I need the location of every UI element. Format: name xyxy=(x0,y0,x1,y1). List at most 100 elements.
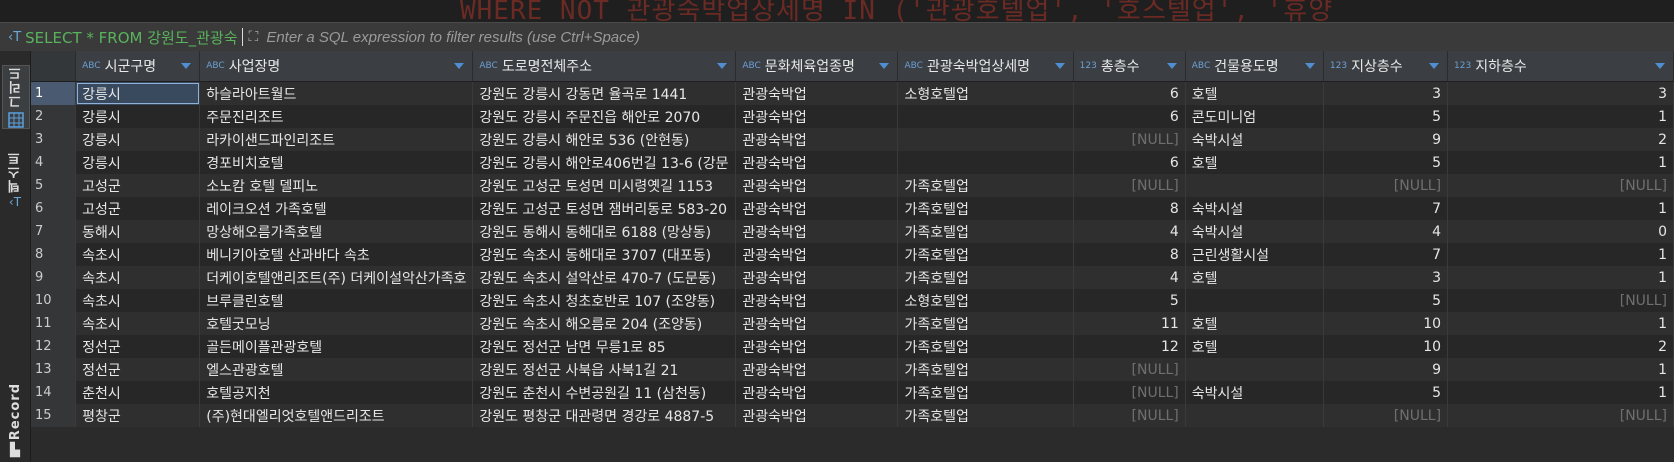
table-cell[interactable]: 3 xyxy=(1323,266,1449,289)
table-cell[interactable] xyxy=(1185,404,1324,427)
table-cell[interactable]: 6 xyxy=(1073,151,1186,174)
table-cell[interactable]: 강원도 고성군 토성면 미시령옛길 1153 xyxy=(472,174,737,197)
sort-icon[interactable] xyxy=(1054,63,1065,69)
table-cell[interactable]: [NULL] xyxy=(1073,128,1186,151)
table-cell[interactable]: 1 xyxy=(1447,105,1674,128)
table-cell[interactable]: 가족호텔업 xyxy=(897,266,1074,289)
table-cell[interactable]: 더케이호텔앤리조트(주) 더케이설악산가족호 xyxy=(199,266,474,289)
table-cell[interactable]: 관광숙박업 xyxy=(735,312,899,335)
table-cell[interactable]: 관광숙박업 xyxy=(735,174,899,197)
row-number[interactable]: 7 xyxy=(31,220,77,243)
table-cell[interactable]: 소노캄 호텔 델피노 xyxy=(199,174,474,197)
table-cell[interactable]: [NULL] xyxy=(1447,174,1674,197)
table-cell[interactable]: 1 xyxy=(1447,243,1674,266)
table-row[interactable]: 6 고성군 레이크오션 가족호텔 강원도 고성군 토성면 잼버리동로 583-20 관광… xyxy=(31,197,1674,220)
table-cell[interactable]: 레이크오션 가족호텔 xyxy=(199,197,474,220)
table-cell[interactable]: 1 xyxy=(1447,358,1674,381)
table-row[interactable]: 11 속초시 호텔굿모닝 강원도 속초시 해오름로 204 (조양동) 관광숙박업 가족호… xyxy=(31,312,1674,335)
table-row[interactable]: 1 강릉시 하슬라아트월드 강원도 강릉시 강동면 율곡로 1441 관광숙박업 소형호텔… xyxy=(31,81,1674,105)
table-cell[interactable]: 속초시 xyxy=(75,312,201,335)
column-header[interactable]: ABC 도로명전체주소 xyxy=(472,51,737,82)
table-cell[interactable]: [NULL] xyxy=(1073,381,1186,404)
table-cell[interactable]: 가족호텔업 xyxy=(897,197,1074,220)
row-number[interactable]: 8 xyxy=(31,243,77,266)
table-cell[interactable]: (주)현대엘리엇호텔앤드리조트 xyxy=(199,404,474,427)
table-row[interactable]: 2 강릉시 주문진리조트 강원도 강릉시 주문진읍 해안로 2070 관광숙박업 6 콘도미… xyxy=(31,105,1674,128)
table-cell[interactable]: 강원도 강릉시 해안로406번길 13-6 (강문 xyxy=(472,151,737,174)
table-cell[interactable] xyxy=(1185,358,1324,381)
table-row[interactable]: 8 속초시 베니키아호텔 산과바다 속초 강원도 속초시 동해대로 3707 (대포동… xyxy=(31,243,1674,266)
table-cell[interactable]: 숙박시설 xyxy=(1185,381,1324,404)
table-cell[interactable]: 베니키아호텔 산과바다 속초 xyxy=(199,243,474,266)
table-cell[interactable]: 주문진리조트 xyxy=(199,105,474,128)
row-number[interactable]: 3 xyxy=(31,128,77,151)
table-cell[interactable] xyxy=(1185,289,1324,312)
table-cell[interactable]: 1 xyxy=(1447,381,1674,404)
table-cell[interactable]: 10 xyxy=(1323,335,1449,358)
results-grid[interactable]: ABC 시군구명 ABC 사업장명 ABC 도로명전체주소 ABC 문화체육업종명 AB… xyxy=(31,51,1674,462)
row-number[interactable]: 6 xyxy=(31,197,77,220)
table-cell[interactable]: 호텔굿모닝 xyxy=(199,312,474,335)
table-cell[interactable]: 8 xyxy=(1073,243,1186,266)
table-cell[interactable]: 정선군 xyxy=(75,358,201,381)
table-cell[interactable]: 고성군 xyxy=(75,197,201,220)
table-cell[interactable]: 호텔 xyxy=(1185,81,1324,105)
table-cell[interactable]: 호텔 xyxy=(1185,335,1324,358)
table-cell[interactable]: 숙박시설 xyxy=(1185,128,1324,151)
table-cell[interactable]: 6 xyxy=(1073,81,1186,105)
table-cell[interactable]: 강릉시 xyxy=(75,151,201,174)
table-cell[interactable]: 속초시 xyxy=(75,243,201,266)
table-cell[interactable]: 6 xyxy=(1073,105,1186,128)
table-cell[interactable]: 1 xyxy=(1447,197,1674,220)
table-cell[interactable]: 0 xyxy=(1447,220,1674,243)
table-cell[interactable]: [NULL] xyxy=(1323,174,1449,197)
table-cell[interactable]: 관광숙박업 xyxy=(735,220,899,243)
table-cell[interactable]: [NULL] xyxy=(1447,404,1674,427)
table-cell[interactable]: 정선군 xyxy=(75,335,201,358)
table-cell[interactable]: 소형호텔업 xyxy=(897,81,1074,105)
table-cell[interactable]: 5 xyxy=(1323,381,1449,404)
table-cell[interactable] xyxy=(1185,174,1324,197)
row-number[interactable]: 12 xyxy=(31,335,77,358)
table-row[interactable]: 4 강릉시 경포비치호텔 강원도 강릉시 해안로406번길 13-6 (강문 관광숙박업… xyxy=(31,151,1674,174)
table-cell[interactable]: 강원도 속초시 동해대로 3707 (대포동) xyxy=(472,243,737,266)
table-cell[interactable]: 5 xyxy=(1323,289,1449,312)
sql-filter-icon[interactable]: ‹T xyxy=(8,30,21,45)
table-cell[interactable]: 5 xyxy=(1073,289,1186,312)
table-cell[interactable]: 숙박시설 xyxy=(1185,220,1324,243)
sort-icon[interactable] xyxy=(454,63,465,69)
table-cell[interactable]: 속초시 xyxy=(75,266,201,289)
table-cell[interactable]: 12 xyxy=(1073,335,1186,358)
table-cell[interactable]: 강원도 춘천시 수변공원길 11 (삼천동) xyxy=(472,381,737,404)
table-cell[interactable]: 하슬라아트월드 xyxy=(199,81,474,105)
table-cell[interactable]: 호텔 xyxy=(1185,312,1324,335)
table-cell[interactable]: 가족호텔업 xyxy=(897,220,1074,243)
column-header[interactable]: ABC 건물용도명 xyxy=(1185,51,1324,82)
table-cell[interactable]: 가족호텔업 xyxy=(897,404,1074,427)
table-cell[interactable]: 관광숙박업 xyxy=(735,197,899,220)
table-cell[interactable]: 관광숙박업 xyxy=(735,335,899,358)
row-number[interactable]: 14 xyxy=(31,381,77,404)
table-cell[interactable]: 11 xyxy=(1073,312,1186,335)
tab-record[interactable]: Record ▙ xyxy=(2,383,28,461)
table-row[interactable]: 3 강릉시 라카이샌드파인리조트 강원도 강릉시 해안로 536 (안현동) 관광숙박업… xyxy=(31,128,1674,151)
sort-icon[interactable] xyxy=(1304,63,1315,69)
table-cell[interactable]: 8 xyxy=(1073,197,1186,220)
table-cell[interactable]: 강원도 속초시 해오름로 204 (조양동) xyxy=(472,312,737,335)
table-cell[interactable]: 숙박시설 xyxy=(1185,197,1324,220)
row-number[interactable]: 11 xyxy=(31,312,77,335)
column-header[interactable]: 123 지상층수 xyxy=(1323,51,1449,82)
table-cell[interactable]: 강원도 속초시 설악산로 470-7 (도문동) xyxy=(472,266,737,289)
table-cell[interactable]: 강원도 평창군 대관령면 경강로 4887-5 xyxy=(472,404,737,427)
table-cell[interactable]: 가족호텔업 xyxy=(897,174,1074,197)
table-cell[interactable]: 엘스관광호텔 xyxy=(199,358,474,381)
table-cell[interactable]: 평창군 xyxy=(75,404,201,427)
tab-text[interactable]: 텍스트 ‹T xyxy=(2,151,28,231)
table-cell[interactable]: 가족호텔업 xyxy=(897,335,1074,358)
filter-input[interactable] xyxy=(264,24,1674,50)
table-cell[interactable] xyxy=(897,128,1074,151)
table-cell[interactable]: 호텔 xyxy=(1185,266,1324,289)
table-row[interactable]: 5 고성군 소노캄 호텔 델피노 강원도 고성군 토성면 미시령옛길 1153 관광숙박… xyxy=(31,174,1674,197)
table-row[interactable]: 7 동해시 망상해오름가족호텔 강원도 동해시 동해대로 6188 (망상동) 관광숙박… xyxy=(31,220,1674,243)
column-header[interactable]: 123 지하층수 xyxy=(1447,51,1674,82)
